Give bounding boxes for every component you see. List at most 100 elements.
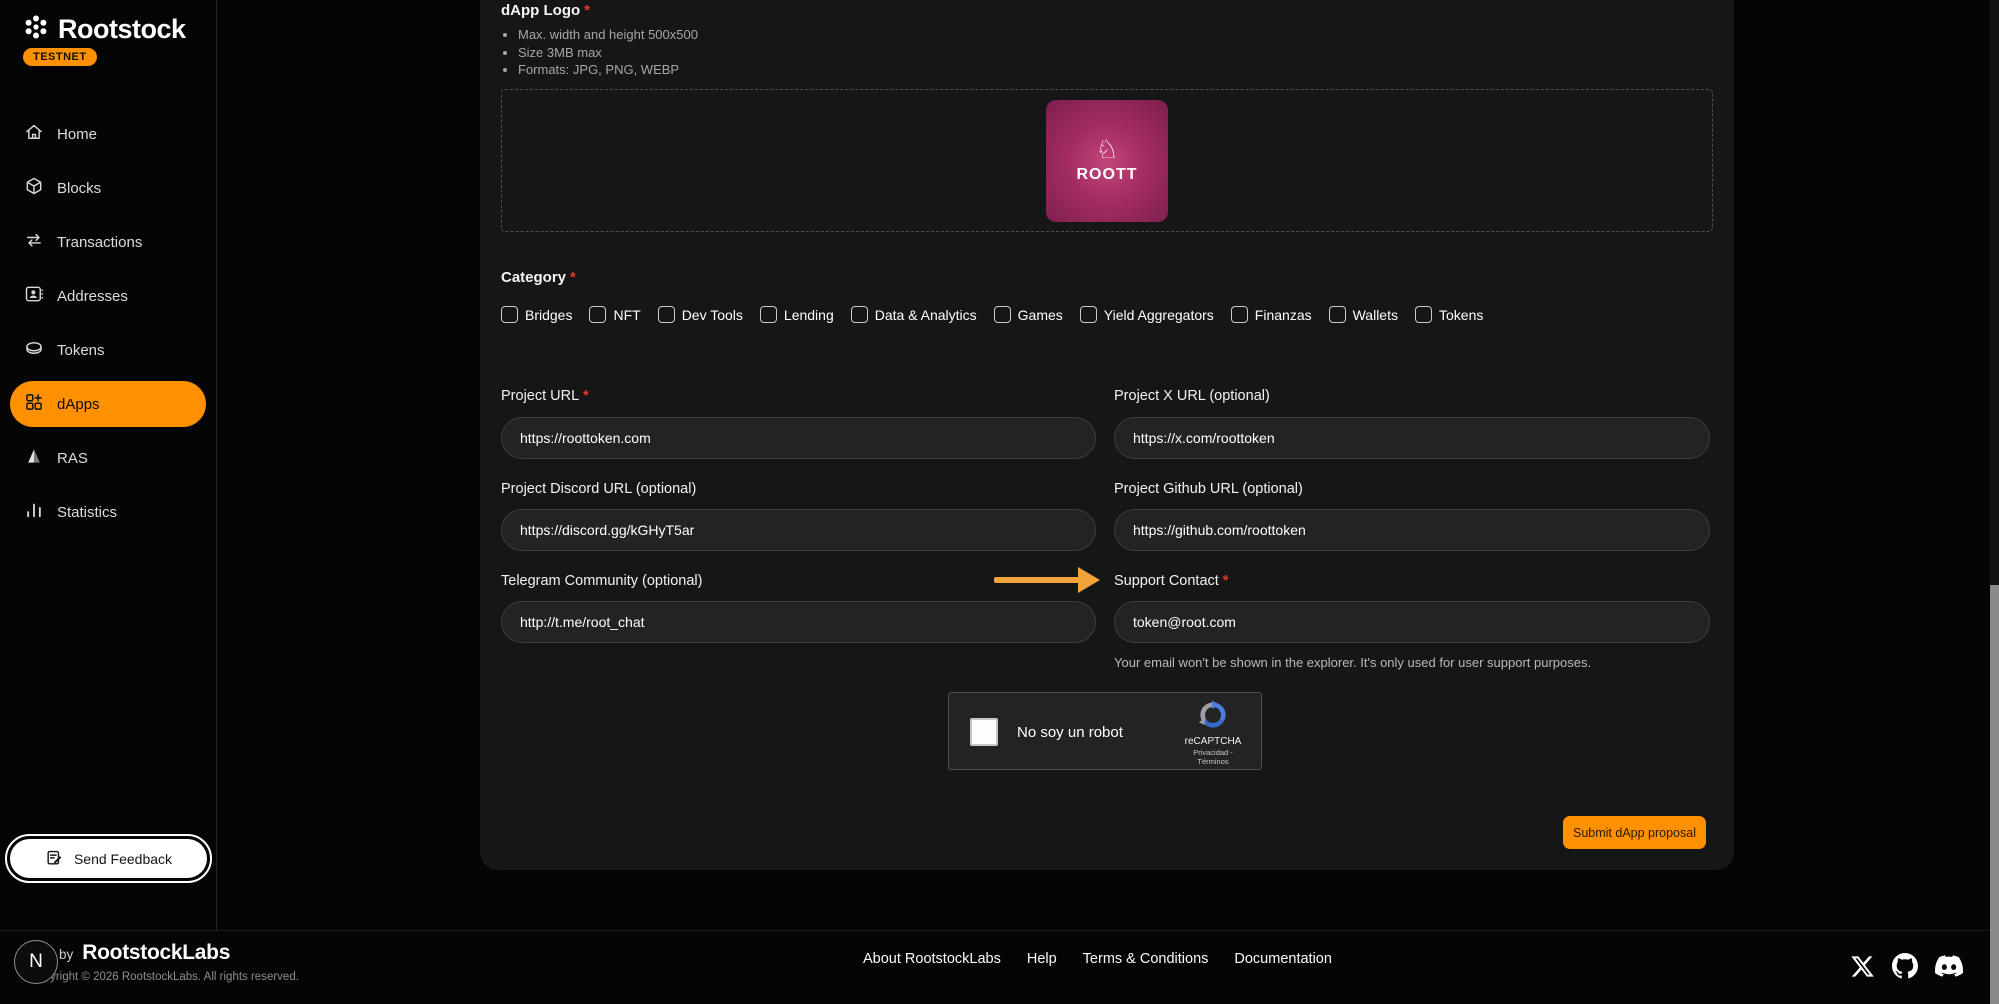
project-url-label: Project URL* (501, 388, 589, 404)
logo-preview-symbol: ROOTT (1077, 166, 1138, 184)
category-checkbox-games[interactable]: Games (994, 306, 1063, 323)
checkbox-icon (589, 306, 606, 323)
recaptcha-privacy-terms[interactable]: Privacidad - Términos (1177, 748, 1249, 766)
recaptcha-logo-icon (1198, 717, 1228, 734)
send-feedback-label: Send Feedback (74, 851, 172, 867)
dapps-grid-icon (24, 392, 44, 416)
recaptcha-widget: No soy un robot reCAPTCHA Privacidad - T… (948, 692, 1262, 770)
footer-link-terms[interactable]: Terms & Conditions (1083, 951, 1209, 967)
rootstock-flower-icon (22, 13, 50, 46)
category-checkbox-lending[interactable]: Lending (760, 306, 834, 323)
social-icons (1850, 952, 1963, 985)
dapp-logo-label: dApp Logo* (501, 2, 590, 19)
required-asterisk: * (1223, 573, 1229, 589)
required-asterisk: * (584, 2, 590, 19)
knight-icon: ♘ (1095, 137, 1118, 163)
checkbox-icon (994, 306, 1011, 323)
category-checkbox-nft[interactable]: NFT (589, 306, 640, 323)
category-checkbox-bridges[interactable]: Bridges (501, 306, 572, 323)
category-checkbox-wallets[interactable]: Wallets (1329, 306, 1398, 323)
feedback-pencil-icon (45, 848, 64, 870)
brand-name: Rootstock (58, 14, 186, 45)
org-name[interactable]: RootstockLabs (82, 941, 230, 965)
annotation-arrow-head (1078, 567, 1100, 593)
footer-link-documentation[interactable]: Documentation (1234, 951, 1332, 967)
category-checkbox-data-analytics[interactable]: Data & Analytics (851, 306, 977, 323)
sidebar-item-tokens[interactable]: Tokens (0, 323, 216, 377)
send-feedback-button[interactable]: Send Feedback (10, 839, 207, 878)
project-url-input[interactable] (501, 417, 1096, 459)
submit-dapp-proposal-button[interactable]: Submit dApp proposal (1563, 816, 1706, 849)
checkbox-icon (1231, 306, 1248, 323)
category-checkbox-finanzas[interactable]: Finanzas (1231, 306, 1312, 323)
dapp-logo-requirements: Max. width and height 500x500 Size 3MB m… (518, 26, 698, 79)
sidebar-item-home[interactable]: Home (0, 107, 216, 161)
category-checkbox-tokens[interactable]: Tokens (1415, 306, 1483, 323)
telegram-community-input[interactable] (501, 601, 1096, 643)
logo-upload-dropzone[interactable]: ♘ ROOTT (501, 89, 1713, 232)
swap-arrows-icon (24, 230, 44, 254)
category-label: Category* (501, 269, 576, 286)
support-contact-label: Support Contact* (1114, 573, 1228, 589)
sidebar-item-label: Transactions (57, 234, 142, 251)
page: Rootstock TESTNET Home Blocks Transactio… (0, 0, 1999, 1004)
support-contact-helper: Your email won't be shown in the explore… (1114, 655, 1591, 670)
copyright-text: Copyright © 2026 RootstockLabs. All righ… (29, 971, 299, 983)
sidebar-item-label: Addresses (57, 288, 128, 305)
required-asterisk: * (583, 388, 589, 404)
annotation-arrow (994, 577, 1080, 583)
checkbox-icon (658, 306, 675, 323)
sidebar-item-label: dApps (57, 396, 100, 413)
coin-icon (24, 338, 44, 362)
logo-preview-tile[interactable]: ♘ ROOTT (1046, 100, 1168, 222)
support-contact-input[interactable] (1114, 601, 1710, 643)
sidebar-item-blocks[interactable]: Blocks (0, 161, 216, 215)
project-x-url-input[interactable] (1114, 417, 1710, 459)
dapp-proposal-form: dApp Logo* Max. width and height 500x500… (480, 0, 1734, 870)
telegram-community-label: Telegram Community (optional) (501, 573, 702, 589)
category-checkbox-yield-aggregators[interactable]: Yield Aggregators (1080, 306, 1214, 323)
home-icon (24, 122, 44, 146)
sidebar-item-label: Tokens (57, 342, 105, 359)
github-icon[interactable] (1892, 953, 1918, 984)
sidebar-item-ras[interactable]: RAS (0, 431, 216, 485)
project-discord-url-input[interactable] (501, 509, 1096, 551)
checkbox-icon (1415, 306, 1432, 323)
checkbox-icon (1080, 306, 1097, 323)
project-github-url-label: Project Github URL (optional) (1114, 481, 1303, 497)
footer: Built by RootstockLabs Copyright © 2026 … (0, 930, 1999, 1004)
notification-overlay-badge[interactable]: N (14, 940, 58, 984)
recaptcha-label: No soy un robot (1017, 724, 1123, 741)
footer-link-about[interactable]: About RootstockLabs (863, 951, 1001, 967)
project-x-url-label: Project X URL (optional) (1114, 388, 1270, 404)
bar-chart-icon (24, 500, 44, 524)
x-twitter-icon[interactable] (1850, 954, 1875, 984)
logo-requirement: Max. width and height 500x500 (518, 26, 698, 44)
project-github-url-input[interactable] (1114, 509, 1710, 551)
sidebar-item-label: Home (57, 126, 97, 143)
sidebar-item-transactions[interactable]: Transactions (0, 215, 216, 269)
brand-logo[interactable]: Rootstock (22, 13, 186, 46)
footer-link-help[interactable]: Help (1027, 951, 1057, 967)
recaptcha-checkbox[interactable] (970, 718, 998, 746)
sidebar-item-label: Statistics (57, 504, 117, 521)
required-asterisk: * (570, 269, 576, 286)
sidebar-item-dapps[interactable]: dApps (10, 381, 206, 427)
footer-links: About RootstockLabs Help Terms & Conditi… (863, 951, 1332, 967)
category-options: Bridges NFT Dev Tools Lending Data & Ana… (501, 306, 1483, 323)
sidebar-nav: Home Blocks Transactions Addresses Token… (0, 107, 216, 539)
triangle-icon (24, 446, 44, 470)
logo-requirement: Size 3MB max (518, 44, 698, 62)
scrollbar-thumb[interactable] (1990, 585, 1999, 1004)
checkbox-icon (851, 306, 868, 323)
project-discord-url-label: Project Discord URL (optional) (501, 481, 696, 497)
discord-icon[interactable] (1935, 952, 1963, 985)
sidebar-item-statistics[interactable]: Statistics (0, 485, 216, 539)
sidebar-item-label: Blocks (57, 180, 101, 197)
sidebar-item-addresses[interactable]: Addresses (0, 269, 216, 323)
checkbox-icon (501, 306, 518, 323)
scrollbar-track (1990, 0, 1999, 1004)
category-checkbox-dev-tools[interactable]: Dev Tools (658, 306, 743, 323)
sidebar-item-label: RAS (57, 450, 88, 467)
testnet-badge: TESTNET (23, 48, 97, 66)
